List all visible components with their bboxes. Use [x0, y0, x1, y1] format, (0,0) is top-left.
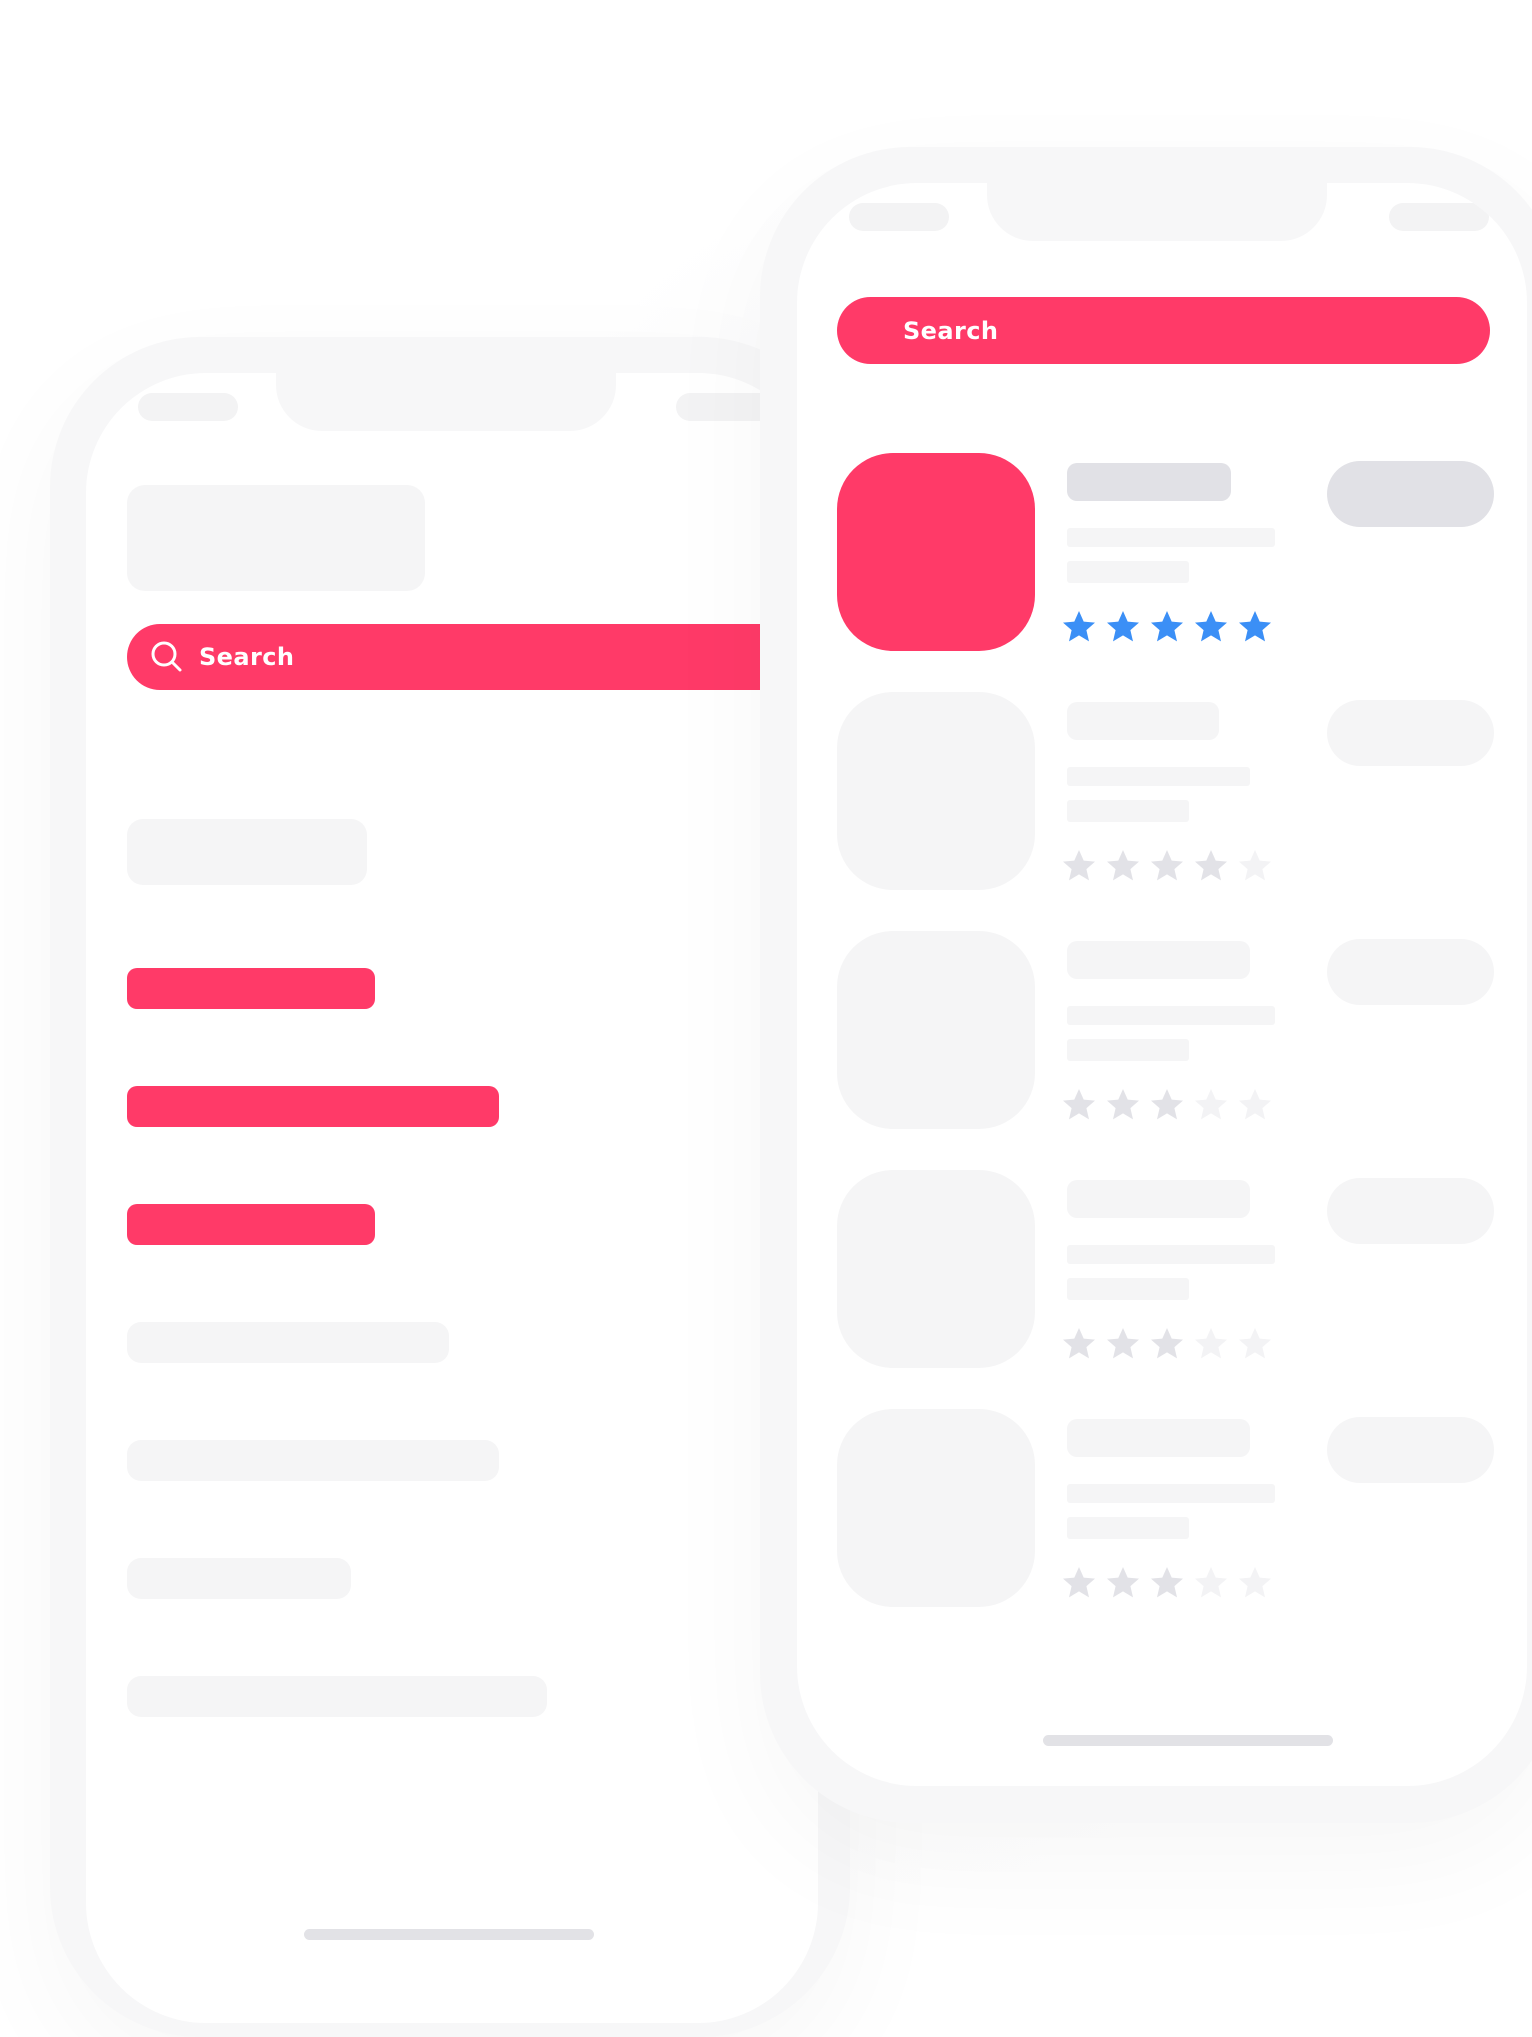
star-icon: [1195, 611, 1227, 642]
star-icon: [1063, 1567, 1095, 1598]
star-icon: [1195, 1328, 1227, 1359]
app-title-placeholder: [1067, 702, 1219, 740]
muted-list-item-4[interactable]: [127, 1676, 547, 1717]
muted-list-item-1[interactable]: [127, 1322, 449, 1363]
app-get-button[interactable]: [1327, 1417, 1494, 1483]
app-subtitle-placeholder: [1067, 528, 1275, 547]
star-icon: [1107, 1567, 1139, 1598]
star-icon: [1063, 850, 1095, 881]
app-list-item[interactable]: [797, 453, 1527, 653]
app-title-placeholder: [1067, 1419, 1250, 1457]
star-icon: [1195, 1089, 1227, 1120]
star-icon: [1239, 1567, 1271, 1598]
star-icon: [1063, 1089, 1095, 1120]
section-title-placeholder: [127, 819, 367, 885]
app-meta-placeholder: [1067, 1039, 1189, 1061]
star-icon: [1107, 850, 1139, 881]
back-search-bar[interactable]: Search: [127, 624, 818, 690]
app-get-button[interactable]: [1327, 1178, 1494, 1244]
star-rating: [1061, 1326, 1273, 1362]
accent-list-item-3[interactable]: [127, 1204, 375, 1245]
back-phone-notch: [276, 373, 616, 431]
muted-list-item-3[interactable]: [127, 1558, 351, 1599]
star-icon: [1239, 1089, 1271, 1120]
front-phone-notch: [987, 183, 1327, 241]
star-icon: [1239, 850, 1271, 881]
app-icon[interactable]: [837, 1409, 1035, 1607]
star-icon: [1195, 1567, 1227, 1598]
app-subtitle-placeholder: [1067, 1006, 1275, 1025]
app-list-item[interactable]: [797, 1170, 1527, 1370]
front-home-indicator: [1043, 1735, 1333, 1746]
app-icon[interactable]: [837, 931, 1035, 1129]
app-title-placeholder: [1067, 1180, 1250, 1218]
app-title-placeholder: [1067, 941, 1250, 979]
app-subtitle-placeholder: [1067, 767, 1250, 786]
app-get-button[interactable]: [1327, 700, 1494, 766]
app-subtitle-placeholder: [1067, 1245, 1275, 1264]
back-home-indicator: [304, 1929, 594, 1940]
star-icon: [1063, 1328, 1095, 1359]
accent-list-item-1[interactable]: [127, 968, 375, 1009]
star-icon: [1195, 850, 1227, 881]
app-list-item[interactable]: [797, 1409, 1527, 1609]
star-icon: [1063, 611, 1095, 642]
accent-list-item-2[interactable]: [127, 1086, 499, 1127]
back-search-label: Search: [199, 643, 295, 671]
app-list-item[interactable]: [797, 692, 1527, 892]
star-icon: [1151, 611, 1183, 642]
star-rating: [1061, 1565, 1273, 1601]
app-get-button[interactable]: [1327, 939, 1494, 1005]
muted-list-item-2[interactable]: [127, 1440, 499, 1481]
star-icon: [1151, 1567, 1183, 1598]
back-phone-screen: Search: [86, 373, 818, 2023]
app-icon[interactable]: [837, 692, 1035, 890]
app-icon[interactable]: [837, 453, 1035, 651]
app-subtitle-placeholder: [1067, 1484, 1275, 1503]
app-title-placeholder: [1067, 463, 1231, 501]
header-placeholder: [127, 485, 425, 591]
front-search-label: Search: [903, 316, 999, 345]
app-icon[interactable]: [837, 1170, 1035, 1368]
front-status-battery-pill: [1389, 203, 1489, 231]
front-search-bar[interactable]: Search: [837, 297, 1490, 364]
star-icon: [1107, 1089, 1139, 1120]
app-meta-placeholder: [1067, 1278, 1189, 1300]
app-meta-placeholder: [1067, 561, 1189, 583]
star-icon: [1151, 850, 1183, 881]
app-meta-placeholder: [1067, 800, 1189, 822]
star-icon: [1107, 611, 1139, 642]
star-icon: [1151, 1089, 1183, 1120]
app-meta-placeholder: [1067, 1517, 1189, 1539]
star-rating: [1061, 609, 1273, 645]
app-get-button[interactable]: [1327, 461, 1494, 527]
star-icon: [1107, 1328, 1139, 1359]
front-status-time-pill: [849, 203, 949, 231]
star-icon: [1151, 1328, 1183, 1359]
star-icon: [1239, 1328, 1271, 1359]
star-rating: [1061, 1087, 1273, 1123]
star-icon: [1239, 611, 1271, 642]
front-phone-screen: Search: [797, 183, 1527, 1786]
search-icon: [149, 639, 185, 675]
app-list-item[interactable]: [797, 931, 1527, 1131]
status-time-pill: [138, 393, 238, 421]
star-rating: [1061, 848, 1273, 884]
